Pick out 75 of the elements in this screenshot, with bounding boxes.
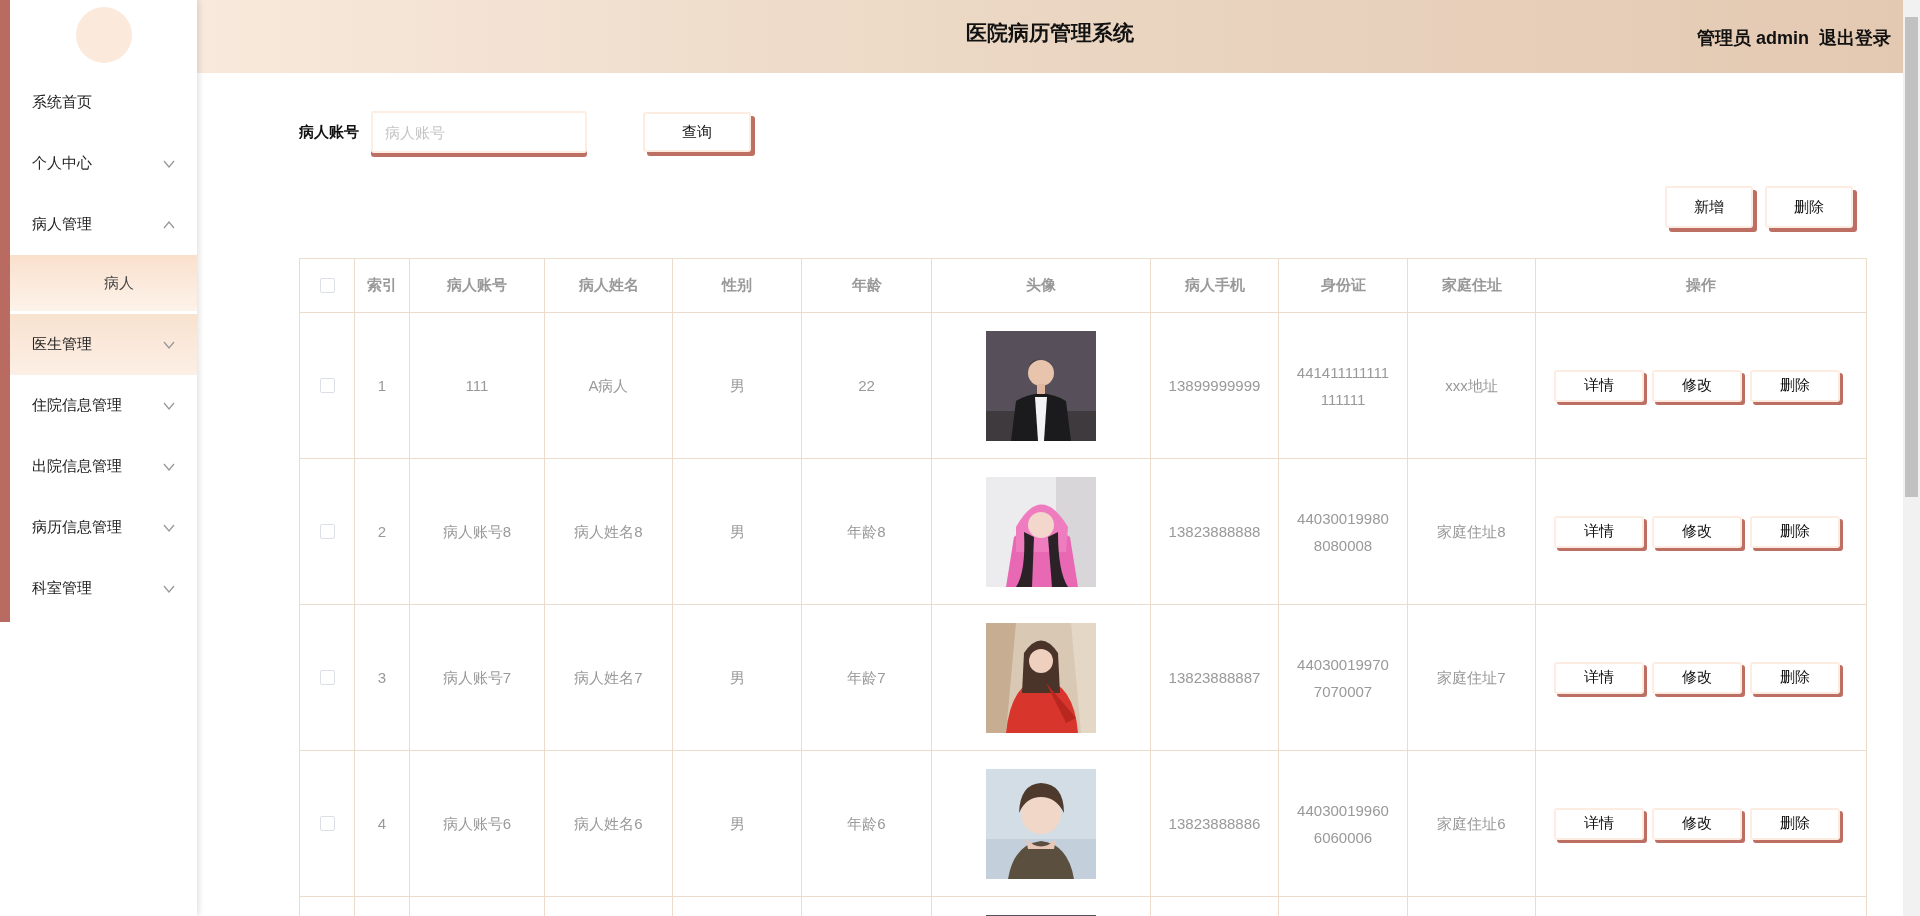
table-cell-text: 111 [465, 376, 489, 396]
column-header: 家庭住址 [1441, 276, 1502, 295]
table-cell-text: 440300199707070007 [1296, 654, 1390, 702]
table-cell-text: 440300199808080008 [1296, 508, 1390, 556]
table-cell-text: 病人姓名7 [574, 668, 643, 688]
select-all-checkbox[interactable] [319, 278, 335, 293]
table-cell-text: 年龄8 [847, 522, 886, 542]
details-button[interactable]: 详情 [1554, 515, 1644, 548]
menu-item[interactable]: 出院信息管理 [10, 436, 197, 497]
logout-link[interactable]: 退出登录 [1819, 26, 1891, 50]
edit-button[interactable]: 修改 [1652, 515, 1742, 548]
menu-item[interactable]: 病人管理 [10, 194, 197, 255]
search-label: 病人账号 [299, 122, 359, 142]
table-cell-text: 病人账号6 [442, 814, 512, 834]
menu-item[interactable]: 医生管理 [10, 314, 197, 375]
row-checkbox[interactable] [319, 816, 335, 831]
table-cell-text: 4 [377, 814, 387, 834]
row-checkbox[interactable] [319, 378, 335, 393]
column-header: 病人姓名 [578, 276, 639, 295]
column-header: 索引 [367, 276, 397, 295]
menu-item[interactable]: 系统首页 [10, 72, 197, 133]
table-cell-text: 440300199606060006 [1296, 800, 1390, 848]
table-cell-text: 男 [729, 814, 745, 834]
column-header: 年龄 [851, 276, 882, 295]
row-checkbox[interactable] [319, 670, 335, 685]
column-header: 性别 [722, 276, 752, 295]
app-title: 医院病历管理系统 [966, 20, 1134, 46]
table-cell-text: 13823888888 [1168, 522, 1261, 542]
delete-button[interactable]: 删除 [1750, 515, 1840, 548]
user-name: 管理员 admin [1697, 27, 1809, 50]
table-cell-text: 病人姓名8 [574, 522, 643, 542]
table-cell-text: 家庭住址6 [1437, 814, 1506, 834]
column-header: 操作 [1686, 276, 1716, 295]
table-cell-text: 病人账号7 [442, 668, 512, 688]
table-cell-text: 男 [729, 668, 745, 688]
table-cell-text: 22 [858, 376, 875, 396]
table-cell-text: 病人账号8 [442, 522, 512, 542]
scrollbar-thumb[interactable] [1905, 17, 1918, 497]
column-header: 头像 [1026, 276, 1056, 295]
table-cell-text: 年龄7 [847, 668, 886, 688]
table-cell-text: 家庭住址8 [1437, 522, 1506, 542]
table-cell-text: xxx地址 [1445, 376, 1498, 396]
delete-button[interactable]: 删除 [1750, 369, 1840, 402]
row-checkbox[interactable] [319, 524, 335, 539]
details-button[interactable]: 详情 [1554, 369, 1644, 402]
table-cell-text: 3 [377, 668, 387, 688]
table-cell-text: A病人 [588, 376, 629, 396]
delete-button[interactable]: 删除 [1750, 807, 1840, 840]
column-header: 病人手机 [1184, 276, 1245, 295]
table-cell-text: 13823888886 [1168, 814, 1261, 834]
search-field[interactable]: 病人账号 [371, 111, 587, 153]
table-cell-text: 441411111111111111 [1296, 362, 1390, 410]
table-cell-text: 13899999999 [1168, 376, 1261, 396]
column-header: 病人账号 [447, 276, 507, 295]
edit-button[interactable]: 修改 [1652, 661, 1742, 694]
details-button[interactable]: 详情 [1554, 661, 1644, 694]
table-cell-text: 男 [729, 522, 745, 542]
menu-item[interactable]: 住院信息管理 [10, 375, 197, 436]
details-button[interactable]: 详情 [1554, 807, 1644, 840]
scrollbar[interactable] [1903, 0, 1920, 916]
delete-button[interactable]: 删除 [1750, 661, 1840, 694]
table-cell-text: 2 [377, 522, 387, 542]
menu-item[interactable]: 个人中心 [10, 133, 197, 194]
submenu-item[interactable]: 病人 [10, 255, 197, 311]
menu-item[interactable]: 科室管理 [10, 558, 197, 619]
table-cell-text: 1 [377, 376, 387, 396]
column-header: 身份证 [1320, 276, 1366, 295]
table-cell-text: 13823888887 [1168, 668, 1261, 688]
table-cell-text: 年龄6 [847, 814, 886, 834]
edit-button[interactable]: 修改 [1652, 807, 1742, 840]
table-cell-text: 家庭住址7 [1437, 668, 1506, 688]
edit-button[interactable]: 修改 [1652, 369, 1742, 402]
table-cell-text: 病人姓名6 [574, 814, 643, 834]
table-cell-text: 男 [729, 376, 745, 396]
menu-item[interactable]: 病历信息管理 [10, 497, 197, 558]
